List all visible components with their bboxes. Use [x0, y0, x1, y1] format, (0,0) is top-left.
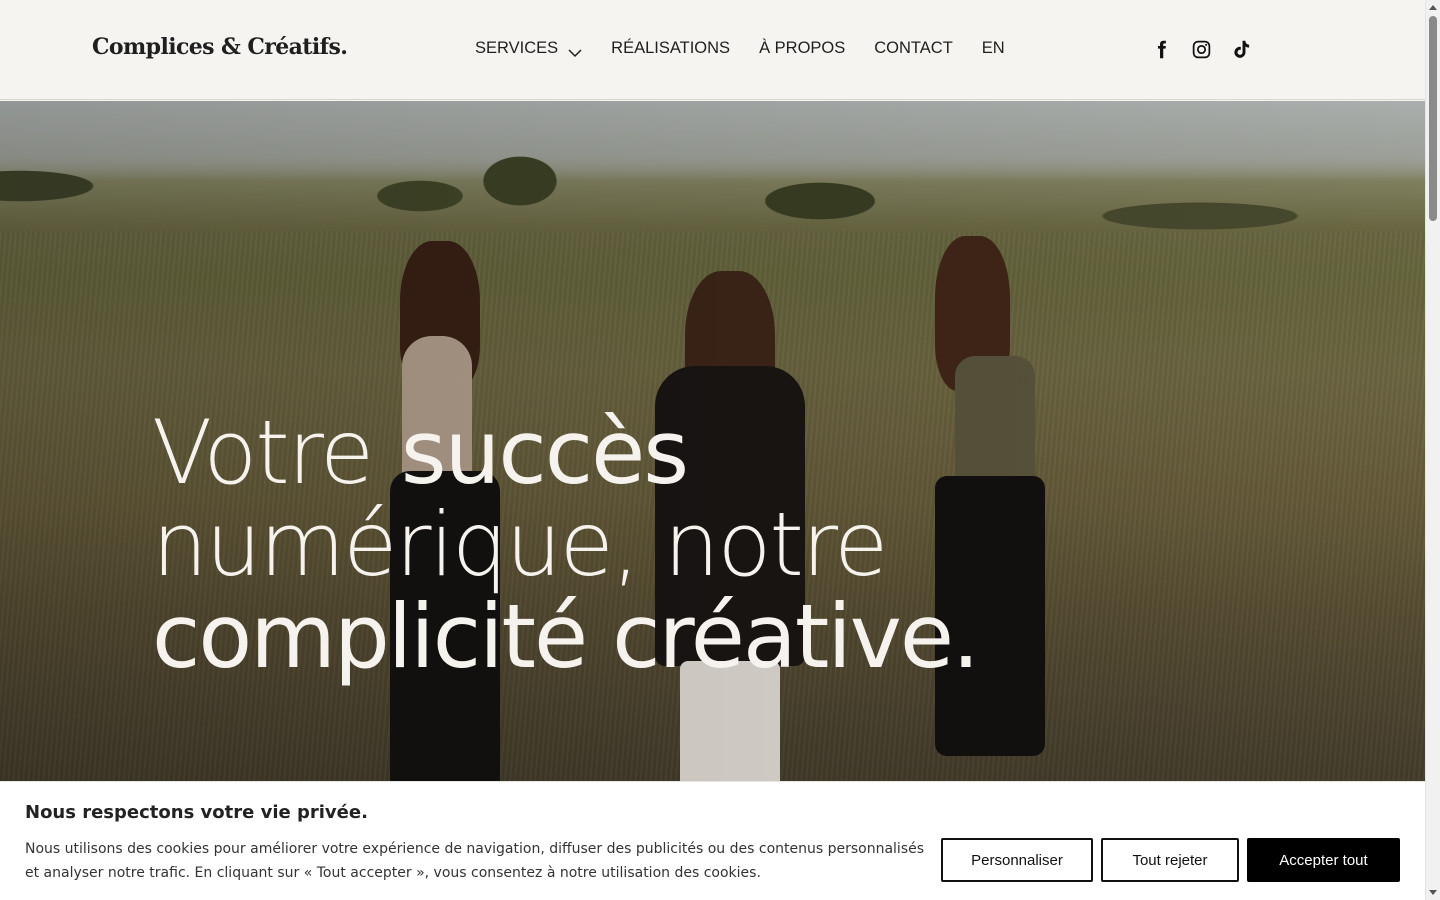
scroll-thumb[interactable]: [1429, 16, 1437, 221]
nav-item-contact[interactable]: CONTACT: [874, 39, 953, 58]
customize-button[interactable]: Personnaliser: [941, 838, 1093, 882]
site-logo[interactable]: Complices & Créatifs.: [92, 34, 348, 60]
headline-word-bold: succès: [400, 401, 689, 504]
tiktok-icon[interactable]: [1230, 38, 1252, 60]
scroll-up-icon[interactable]: [1429, 5, 1437, 10]
reject-all-button[interactable]: Tout rejeter: [1101, 838, 1239, 882]
nav-item-label: EN: [981, 39, 1005, 57]
nav-item-label: SERVICES: [475, 39, 559, 57]
page-scrollbar[interactable]: [1425, 0, 1440, 900]
nav-item-label: RÉALISATIONS: [611, 39, 731, 57]
instagram-icon[interactable]: [1190, 38, 1212, 60]
headline-line-1: Votre succès: [152, 407, 978, 499]
accept-all-button[interactable]: Accepter tout: [1247, 838, 1400, 882]
headline-word-light: Votre: [152, 401, 374, 504]
main-nav: SERVICES RÉALISATIONS À PROPOS CONTACT E…: [475, 39, 1034, 58]
headline-line-2: numérique, notre: [152, 493, 888, 596]
nav-item-label: À PROPOS: [759, 39, 846, 57]
social-links: [1150, 38, 1270, 60]
headline-line-3: complicité créative.: [152, 585, 980, 688]
cookie-title: Nous respectons votre vie privée.: [25, 802, 368, 823]
cookie-text: Nous utilisons des cookies pour améliore…: [25, 841, 925, 881]
nav-item-label: CONTACT: [874, 39, 953, 57]
site-header: Complices & Créatifs. SERVICES RÉALISATI…: [0, 0, 1425, 100]
cookie-banner: Nous respectons votre vie privée. Nous u…: [0, 781, 1425, 900]
hero-headline: Votre succès numérique, notre complicité…: [152, 407, 980, 688]
nav-item-services[interactable]: SERVICES: [475, 39, 582, 58]
nav-item-a-propos[interactable]: À PROPOS: [759, 39, 845, 58]
facebook-icon[interactable]: [1150, 38, 1172, 60]
nav-item-realisations[interactable]: RÉALISATIONS: [611, 39, 730, 58]
language-switch[interactable]: EN: [982, 39, 1005, 58]
scroll-down-icon[interactable]: [1429, 890, 1437, 895]
chevron-down-icon: [568, 44, 582, 57]
